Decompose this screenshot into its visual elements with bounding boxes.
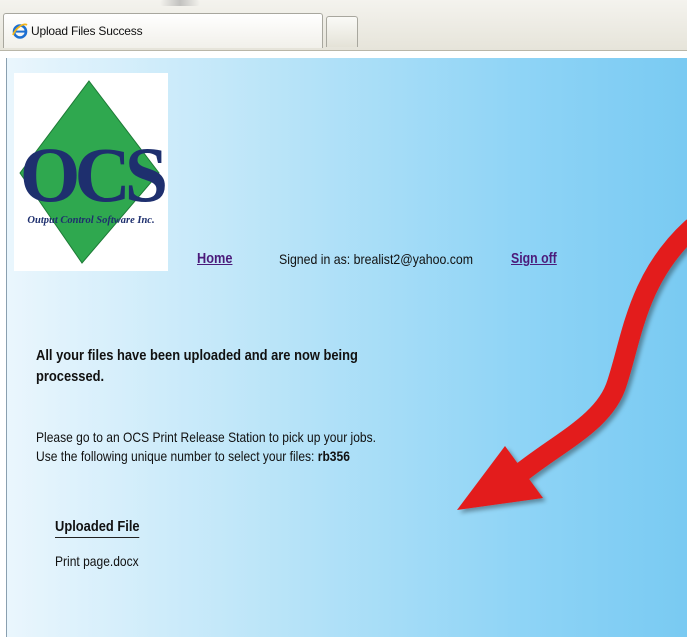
message-line-1: All your files have been uploaded and ar…	[36, 347, 358, 364]
signed-in-text: Signed in as: brealist2@yahoo.com	[279, 251, 473, 267]
unique-code: rb356	[317, 448, 350, 464]
browser-tab-strip: Upload Files Success	[0, 0, 687, 51]
upload-success-message: All your files have been uploaded and ar…	[36, 345, 363, 387]
logo-letters: OCS	[20, 131, 166, 218]
user-email: brealist2@yahoo.com	[353, 251, 474, 267]
code-prefix: Use the following unique number to selec…	[36, 448, 315, 464]
logo-company: Output Control Software Inc.	[27, 215, 154, 226]
ocs-logo: OCS Output Control Software Inc.	[14, 73, 172, 271]
instructions: Please go to an OCS Print Release Statio…	[36, 428, 376, 466]
home-link[interactable]: Home	[197, 250, 232, 267]
page-content: OCS Output Control Software Inc. Home Si…	[6, 58, 687, 637]
message-line-2: processed.	[36, 368, 105, 385]
instruction-text: Please go to an OCS Print Release Statio…	[36, 429, 376, 445]
uploaded-file-header: Uploaded File	[55, 518, 140, 538]
uploaded-file-name: Print page.docx	[55, 553, 139, 569]
code-line: Use the following unique number to selec…	[36, 447, 376, 466]
ie-icon	[12, 23, 28, 39]
cropped-decoration	[160, 0, 200, 6]
nav-bar: Home Signed in as: brealist2@yahoo.com S…	[7, 250, 687, 270]
new-tab-button[interactable]	[326, 16, 358, 47]
browser-tab[interactable]: Upload Files Success	[3, 13, 323, 48]
sign-off-link[interactable]: Sign off	[511, 250, 557, 267]
tab-title: Upload Files Success	[31, 24, 143, 38]
signed-in-label: Signed in as:	[279, 251, 351, 267]
